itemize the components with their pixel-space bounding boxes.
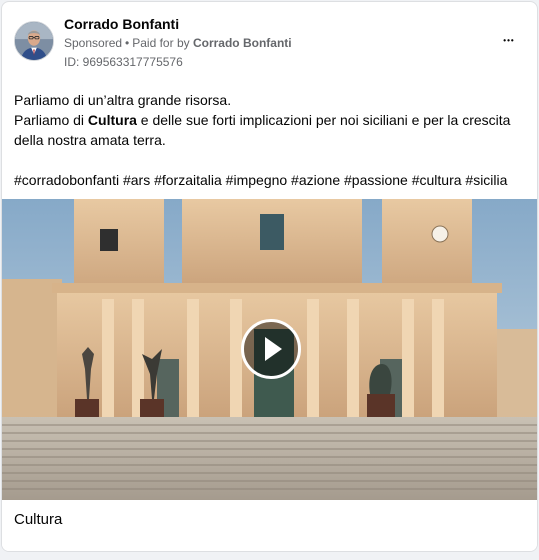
video-player[interactable] (2, 199, 537, 500)
text-line-2: Parliamo di Cultura e delle sue forti im… (14, 110, 529, 150)
media-caption[interactable]: Cultura (2, 500, 537, 551)
post-header: Corrado Bonfanti Sponsored • Paid for by C… (2, 2, 537, 82)
more-options-button[interactable]: ••• (497, 32, 521, 52)
post-text: Parliamo di un’altra grande risorsa. Par… (14, 90, 529, 190)
caption-title: Cultura (14, 511, 63, 528)
play-button[interactable] (241, 319, 301, 379)
more-horizontal-icon: ••• (503, 36, 515, 45)
text-line-2-pre: Parliamo di (14, 112, 88, 128)
ad-post-card: Corrado Bonfanti Sponsored • Paid for by C… (1, 1, 538, 552)
hashtags[interactable]: #corradobonfanti #ars #forzaitalia #impe… (14, 170, 529, 190)
play-icon (265, 337, 282, 361)
text-spacer (14, 150, 529, 170)
sponsored-label: Sponsored (64, 36, 123, 50)
paid-for-name[interactable]: Corrado Bonfanti (193, 36, 292, 50)
avatar-image (15, 22, 53, 60)
text-line-2-bold: Cultura (87, 112, 137, 128)
separator-dot: • (125, 36, 130, 50)
author-name[interactable]: Corrado Bonfanti (64, 16, 179, 32)
paid-for-prefix: Paid for by (132, 36, 190, 50)
avatar[interactable] (14, 21, 54, 61)
ad-id: ID: 969563317775576 (64, 55, 183, 69)
sponsored-meta: Sponsored • Paid for by Corrado Bonfanti (64, 36, 292, 50)
text-line-1: Parliamo di un’altra grande risorsa. (14, 92, 232, 108)
